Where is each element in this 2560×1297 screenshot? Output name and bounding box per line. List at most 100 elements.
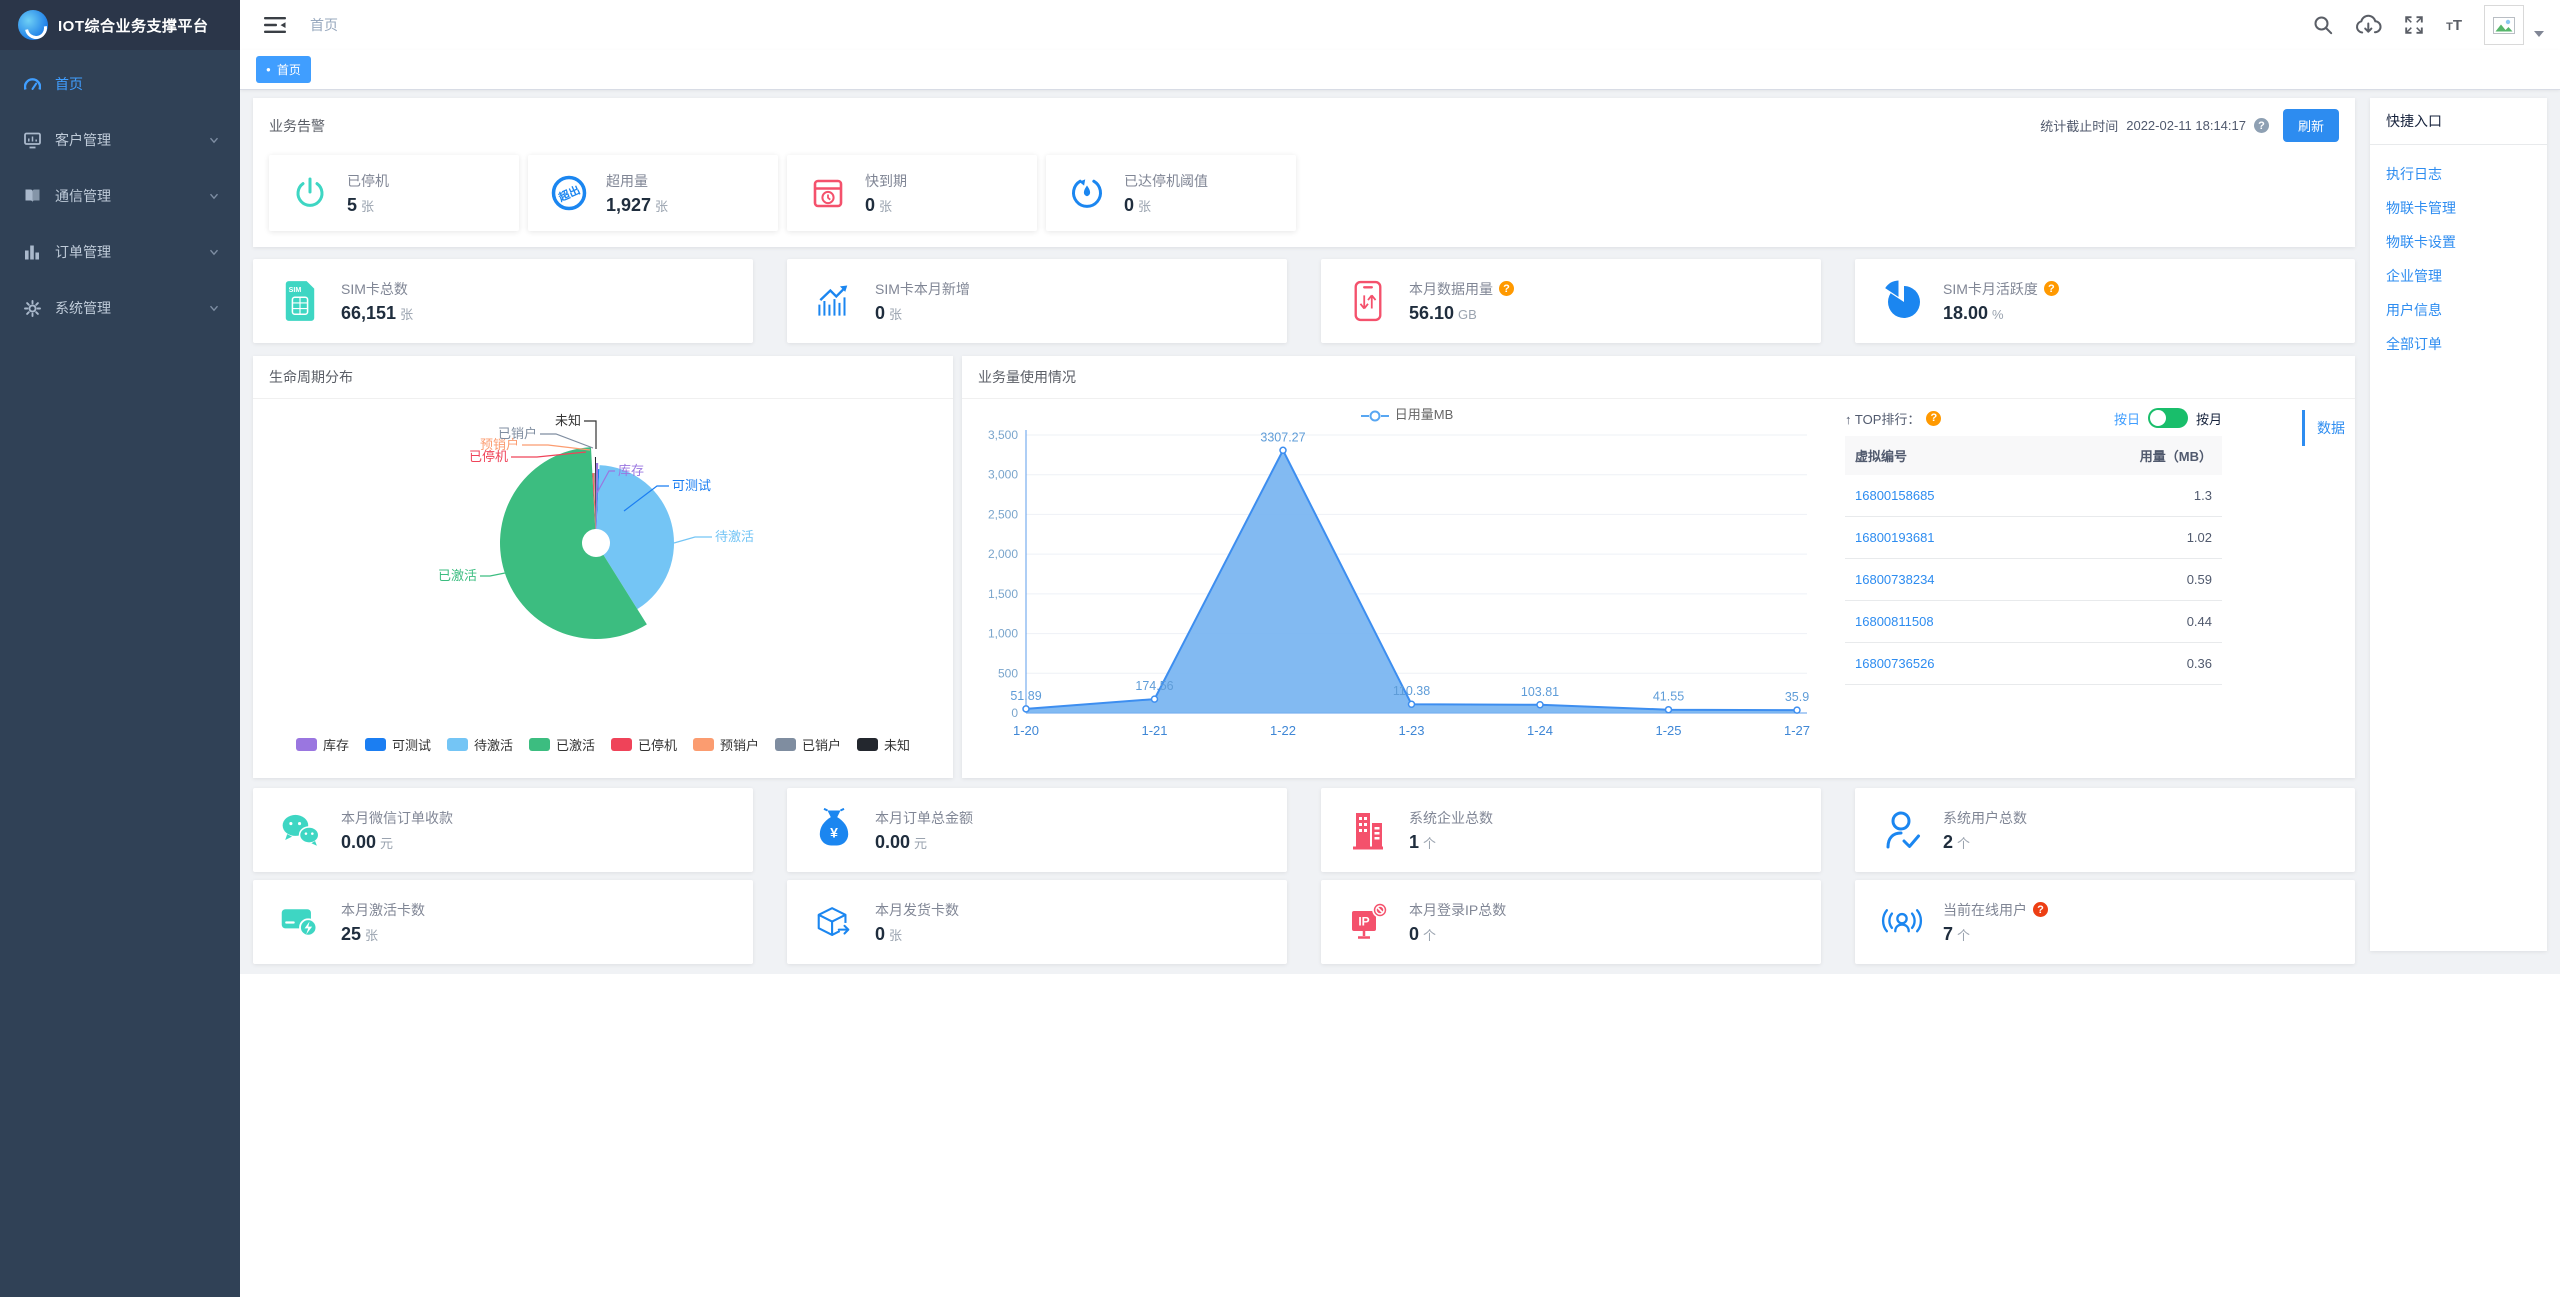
usage-area-chart[interactable]: 0 500 1,000 1,500 2,000 2,500 3,000 3,500 51.89 1…	[982, 420, 1832, 770]
sidebar-menu: 首页 客户管理 通信管理 订单管理 系统管理	[0, 50, 240, 336]
legend-item[interactable]: 已激活	[528, 735, 595, 754]
legend-item[interactable]: 未知	[857, 735, 910, 754]
quick-link-iot-card-settings[interactable]: 物联卡设置	[2386, 225, 2531, 259]
refresh-button[interactable]: 刷新	[2282, 109, 2339, 142]
legend-swatch	[446, 738, 468, 751]
sidebar-item-label: 通信管理	[55, 188, 111, 204]
legend-item[interactable]: 已停机	[611, 735, 677, 754]
svg-text:1-27: 1-27	[1784, 723, 1810, 738]
stat-card-user-total: 系统用户总数 2个	[1855, 788, 2355, 872]
lifecycle-panel-title: 生命周期分布	[269, 369, 353, 385]
legend-item[interactable]: 库存	[295, 735, 349, 754]
breadcrumb[interactable]: 首页	[310, 15, 338, 35]
sidebar-item-system[interactable]: 系统管理	[0, 280, 240, 336]
user-check-icon	[1881, 809, 1923, 851]
help-icon[interactable]: ?	[2253, 118, 2269, 133]
empty-footer-area	[240, 974, 2560, 1297]
period-toggle[interactable]	[2147, 408, 2188, 428]
toggle-knob	[2149, 410, 2166, 426]
alarm-cards-row: 已停机 5张 超出 超用量 1,927 张 快到期 0 张 已达停机阈值 0 张	[253, 153, 2355, 247]
svg-text:未知: 未知	[555, 413, 581, 428]
stat-card-activity-rate: SIM卡月活跃度 ? 18.00%	[1855, 259, 2355, 343]
alarm-panel-header: 业务告警 统计截止时间 2022-02-11 18:14:17 ? 刷新	[253, 98, 2355, 153]
quick-entry-title: 快捷入口	[2370, 98, 2547, 145]
stat-time-label: 统计截止时间	[2040, 119, 2119, 134]
pie-legend: 库存 可测试 待激活 已激活 已停机 预销户 已销户 未知	[253, 735, 953, 754]
msisdn-link[interactable]: 16800811508	[1845, 600, 2041, 643]
help-icon[interactable]: ?	[1926, 410, 1942, 426]
stat-card-label: 本月登录IP总数	[1409, 901, 1507, 918]
main-area: 首页 TT ● 首页 业务告警 统计截止时间 2022-02-11 18:14:…	[240, 0, 2560, 1297]
quick-link-user-info[interactable]: 用户信息	[2386, 293, 2531, 327]
sidebar-item-communication[interactable]: 通信管理	[0, 168, 240, 224]
toggle-label-by-month[interactable]: 按月	[2196, 409, 2222, 428]
avatar[interactable]	[2484, 5, 2524, 45]
font-size-icon[interactable]: TT	[2446, 17, 2462, 34]
stat-card-login-ip: IP 本月登录IP总数 0个	[1321, 880, 1821, 964]
help-icon[interactable]: ?	[1499, 281, 1514, 296]
alarm-card-label: 超用量	[606, 172, 648, 189]
svg-text:已销户: 已销户	[498, 426, 537, 441]
alarm-card-value: 0	[1124, 194, 1135, 215]
stat-card-label: 本月发货卡数	[875, 901, 959, 918]
svg-text:1-22: 1-22	[1270, 723, 1296, 738]
customer-monitor-icon	[24, 132, 41, 149]
svg-text:1-24: 1-24	[1527, 723, 1553, 738]
stat-card-unit: 元	[914, 835, 928, 851]
quick-link-iot-card-mgmt[interactable]: 物联卡管理	[2386, 191, 2531, 225]
table-row: 16800738234 0.59	[1845, 558, 2222, 601]
sidebar: IOT综合业务支撑平台 首页 客户管理 通信管理 订单管理 系统管理	[0, 0, 240, 1297]
svg-text:1-20: 1-20	[1013, 723, 1039, 738]
cloud-download-icon[interactable]	[2355, 14, 2382, 36]
help-icon[interactable]: ?	[2043, 281, 2059, 296]
chevron-down-icon	[208, 246, 220, 258]
alarm-card-label: 已停机	[347, 172, 389, 189]
svg-text:超出: 超出	[555, 183, 582, 205]
tab-home[interactable]: ● 首页	[256, 56, 311, 83]
legend-item[interactable]: 预销户	[693, 735, 759, 754]
bottom-stats-row-1: 本月微信订单收款 0.00 元 ¥ 本月订单总金额 0.00 元 系统企业总数 …	[253, 788, 2355, 872]
stat-card-online-users: 当前在线用户 ? 7个	[1855, 880, 2355, 964]
svg-text:1-21: 1-21	[1141, 723, 1167, 738]
stat-card-label: 系统企业总数	[1409, 809, 1493, 826]
legend-item[interactable]: 已销户	[775, 735, 841, 754]
svg-text:可测试: 可测试	[672, 478, 711, 493]
sidebar-item-label: 首页	[55, 76, 83, 92]
caret-down-icon[interactable]	[2534, 31, 2544, 37]
fullscreen-icon[interactable]	[2404, 15, 2424, 35]
column-header-usage[interactable]: 用量（MB）	[2040, 436, 2222, 475]
stat-card-enterprise-total: 系统企业总数 1个	[1321, 788, 1821, 872]
sim-card-icon: SIM	[279, 279, 321, 323]
quick-link-all-orders[interactable]: 全部订单	[2386, 327, 2531, 361]
quick-link-exec-log[interactable]: 执行日志	[2386, 157, 2531, 191]
search-icon[interactable]	[2313, 15, 2333, 35]
alarm-card-stopped: 已停机 5张	[269, 155, 519, 231]
gear-icon	[24, 299, 41, 317]
msisdn-link[interactable]: 16800158685	[1845, 475, 2041, 517]
sidebar-item-customers[interactable]: 客户管理	[0, 112, 240, 168]
msisdn-link[interactable]: 16800736526	[1845, 642, 2041, 685]
legend-swatch	[857, 738, 879, 751]
toggle-label-by-day[interactable]: 按日	[2114, 409, 2140, 428]
sidebar-toggle-icon[interactable]	[256, 10, 294, 40]
column-header-msisdn[interactable]: 虚拟编号	[1845, 436, 2041, 475]
msisdn-link[interactable]: 16800193681	[1845, 516, 2041, 559]
wechat-icon	[279, 810, 321, 850]
lifecycle-pie-chart[interactable]: 库存可测试待激活已激活已停机预销户已销户未知	[253, 399, 953, 729]
bar-chart-icon	[24, 244, 41, 261]
quick-link-enterprise-mgmt[interactable]: 企业管理	[2386, 259, 2531, 293]
table-row: 16800811508 0.44	[1845, 600, 2222, 643]
stat-card-value: 25	[341, 923, 362, 944]
stat-card-value: 0.00	[875, 831, 911, 852]
sidebar-item-home[interactable]: 首页	[0, 56, 240, 112]
sidebar-item-orders[interactable]: 订单管理	[0, 224, 240, 280]
tab-data[interactable]: 数据	[2302, 410, 2345, 446]
online-user-icon	[1881, 902, 1923, 942]
alarm-card-overquota: 超出 超用量 1,927 张	[528, 155, 778, 231]
msisdn-link[interactable]: 16800738234	[1845, 558, 2041, 601]
legend-item[interactable]: 可测试	[364, 735, 431, 754]
stat-card-label: SIM卡月活跃度 ?	[1943, 279, 2059, 299]
help-icon[interactable]: ?	[2033, 902, 2048, 917]
alarm-card-unit: 张	[879, 198, 893, 214]
legend-item[interactable]: 待激活	[446, 735, 513, 754]
